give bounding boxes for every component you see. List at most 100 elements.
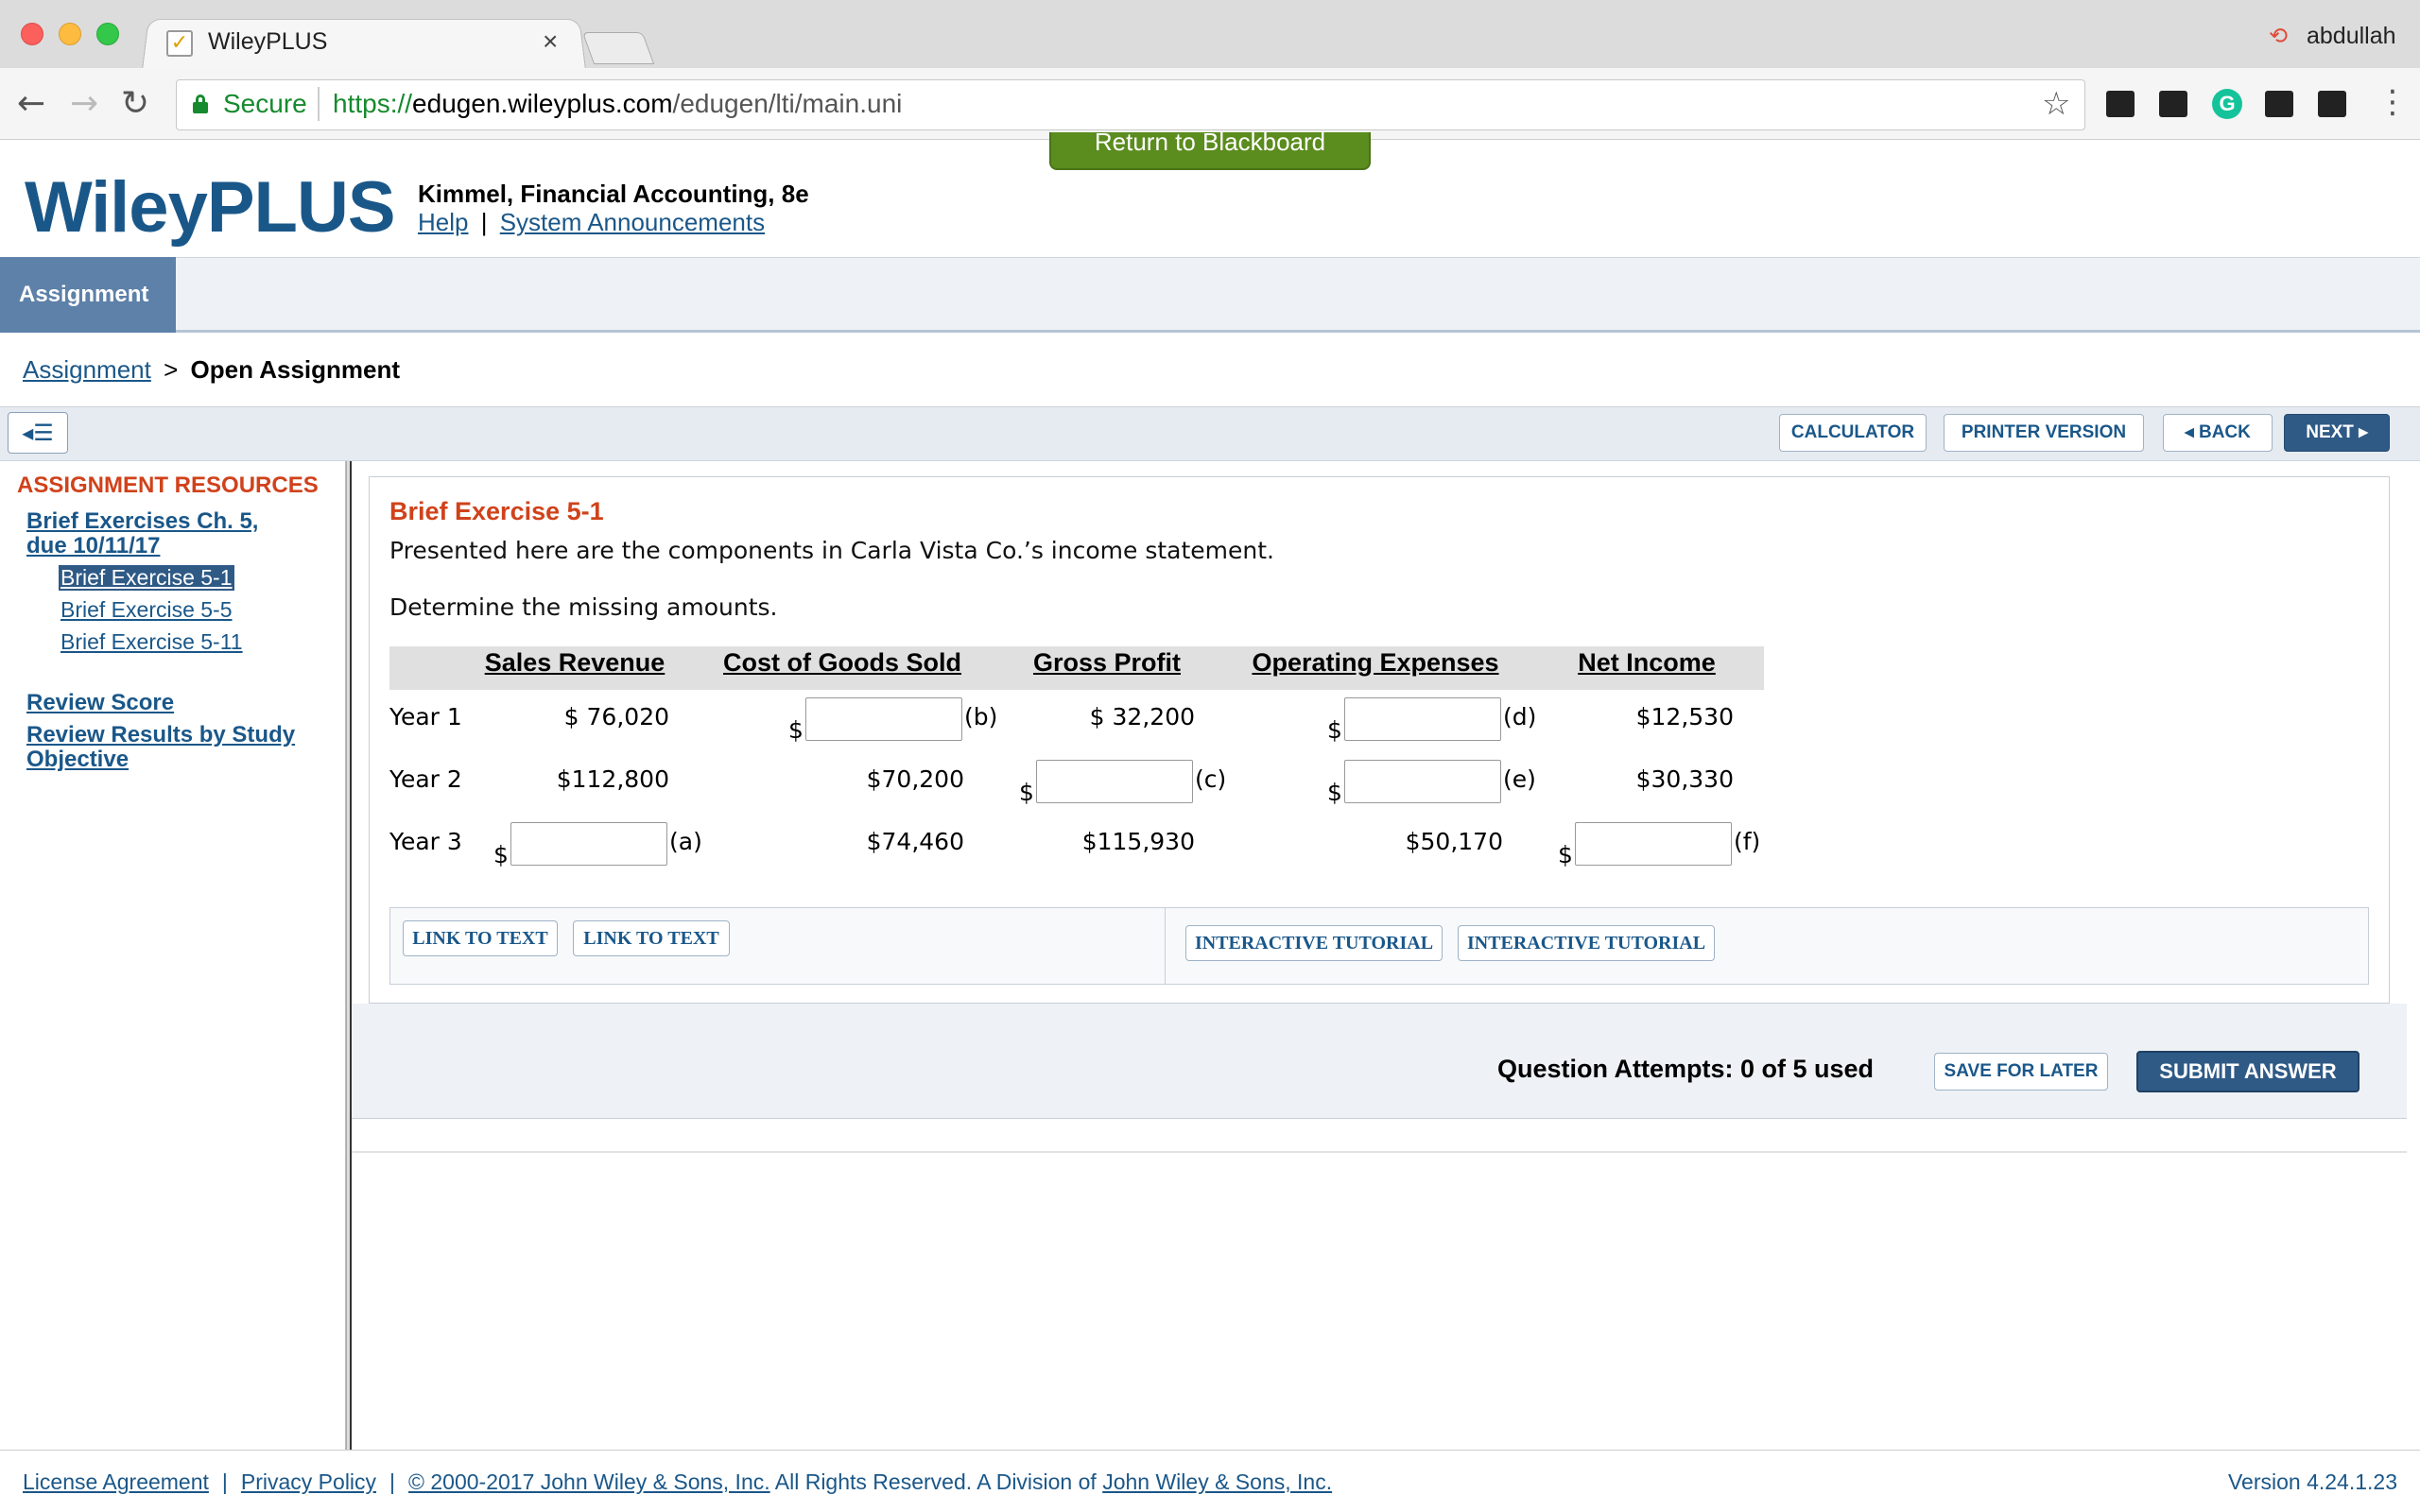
exercise-instruction: Determine the missing amounts. — [389, 593, 778, 621]
reload-icon[interactable]: ↻ — [121, 85, 149, 123]
lock-icon — [193, 94, 208, 113]
privacy-policy-link[interactable]: Privacy Policy — [241, 1469, 376, 1494]
col-cost-of-goods-sold: Cost of Goods Sold — [723, 648, 961, 677]
extension-icon[interactable] — [2106, 91, 2135, 117]
page-footer: License Agreement | Privacy Policy | © 2000-… — [0, 1450, 2420, 1512]
row-label-year-1: Year 1 — [389, 703, 462, 730]
save-for-later-button[interactable]: SAVE FOR LATER — [1934, 1053, 2108, 1091]
return-to-blackboard-button[interactable]: Return to Blackboard — [1049, 132, 1371, 170]
extension-icon[interactable] — [2159, 91, 2187, 117]
back-button[interactable]: ◂ BACK — [2163, 414, 2273, 452]
review-results-link-line1[interactable]: Review Results by Study — [26, 722, 295, 748]
tab-close-icon[interactable]: × — [543, 26, 558, 57]
assignment-link-line1[interactable]: Brief Exercises Ch. 5, — [26, 508, 258, 535]
year-2-sales: $112,800 — [556, 765, 669, 793]
forward-arrow-icon[interactable]: → — [70, 85, 98, 123]
breadcrumb-current: Open Assignment — [190, 355, 401, 384]
answer-b-input[interactable] — [805, 697, 962, 741]
back-arrow-icon[interactable]: ← — [17, 85, 45, 123]
copyright-link[interactable]: © 2000-2017 John Wiley & Sons, Inc. — [408, 1469, 770, 1494]
answer-a-input[interactable] — [510, 822, 667, 866]
assignment-resources-heading: ASSIGNMENT RESOURCES — [17, 472, 319, 498]
maximize-window-button[interactable] — [96, 23, 119, 45]
browser-menu-icon[interactable]: ⋮ — [2377, 83, 2409, 121]
interactive-tutorial-button[interactable]: INTERACTIVE TUTORIAL — [1458, 925, 1715, 961]
sidebar-item-exercise-5-5[interactable]: Brief Exercise 5-5 — [60, 597, 233, 623]
profile-icon[interactable]: ⟲ — [2269, 23, 2288, 49]
link-separator: | — [480, 208, 488, 236]
url-divider — [318, 87, 320, 121]
profile-name[interactable]: abdullah — [2307, 23, 2396, 50]
answer-e-input[interactable] — [1344, 760, 1501, 803]
col-net-income: Net Income — [1578, 648, 1716, 677]
calculator-button[interactable]: CALCULATOR — [1779, 414, 1927, 452]
dollar-sign: $ — [788, 716, 804, 744]
col-operating-expenses: Operating Expenses — [1252, 648, 1499, 677]
system-announcements-link[interactable]: System Announcements — [500, 208, 765, 236]
breadcrumb-assignment-link[interactable]: Assignment — [23, 355, 151, 384]
answer-f-input[interactable] — [1575, 822, 1732, 866]
printer-version-button[interactable]: PRINTER VERSION — [1944, 414, 2144, 452]
dollar-sign: $ — [1558, 841, 1573, 868]
license-agreement-link[interactable]: License Agreement — [23, 1469, 209, 1494]
collapse-sidebar-button[interactable]: ◂☰ — [8, 412, 68, 454]
favicon-icon: ✓ — [166, 30, 193, 57]
chevron-left-icon: ◂ — [2185, 422, 2199, 442]
secure-label: Secure — [223, 89, 307, 118]
answer-f-label: (f) — [1734, 828, 1761, 855]
footer-separator: | — [389, 1469, 396, 1494]
sidebar-item-exercise-5-11[interactable]: Brief Exercise 5-11 — [60, 629, 243, 655]
divider — [352, 1151, 2407, 1153]
new-tab-button[interactable] — [581, 32, 655, 64]
dollar-sign: $ — [1327, 716, 1342, 744]
help-link[interactable]: Help — [418, 208, 468, 236]
link-to-text-button[interactable]: LINK TO TEXT — [573, 920, 730, 956]
year-3-gross-profit: $115,930 — [1081, 828, 1195, 855]
extension-icon[interactable] — [2265, 91, 2293, 117]
submit-answer-button[interactable]: SUBMIT ANSWER — [2136, 1051, 2360, 1092]
col-sales-revenue: Sales Revenue — [484, 648, 666, 677]
dollar-sign: $ — [493, 841, 509, 868]
sidebar-item-exercise-5-1[interactable]: Brief Exercise 5-1 — [59, 565, 234, 591]
main-nav — [0, 257, 2420, 333]
question-attempts: Question Attempts: 0 of 5 used — [1497, 1055, 1875, 1083]
year-1-net-income: $12,530 — [1635, 703, 1734, 730]
col-gross-profit: Gross Profit — [1032, 648, 1182, 677]
answer-a-label: (a) — [669, 828, 702, 855]
footer-separator: | — [221, 1469, 228, 1494]
grammarly-icon[interactable]: G — [2212, 89, 2242, 119]
year-1-gross-profit: $ 32,200 — [1089, 703, 1195, 730]
answer-c-label: (c) — [1195, 765, 1227, 793]
collapse-sidebar-icon: ◂☰ — [22, 420, 54, 446]
year-3-cogs: $74,460 — [866, 828, 964, 855]
header-links: Help | System Announcements — [418, 208, 765, 237]
next-label: NEXT — [2306, 422, 2354, 442]
answer-d-input[interactable] — [1344, 697, 1501, 741]
review-score-link[interactable]: Review Score — [26, 690, 174, 716]
sidebar-splitter[interactable] — [346, 461, 352, 1450]
wiley-company-link[interactable]: John Wiley & Sons, Inc. — [1102, 1469, 1332, 1494]
answer-e-label: (e) — [1503, 765, 1536, 793]
exercise-intro: Presented here are the components in Car… — [389, 537, 1274, 564]
link-to-text-button[interactable]: LINK TO TEXT — [403, 920, 558, 956]
exercise-title: Brief Exercise 5-1 — [389, 497, 604, 525]
interactive-tutorial-button[interactable]: INTERACTIVE TUTORIAL — [1185, 925, 1443, 961]
wileyplus-logo: WileyPLUS — [25, 167, 396, 248]
next-button[interactable]: NEXT ▸ — [2284, 414, 2390, 452]
row-label-year-2: Year 2 — [389, 765, 462, 793]
close-window-button[interactable] — [21, 23, 43, 45]
answer-c-input[interactable] — [1036, 760, 1193, 803]
review-results-link-line2[interactable]: Objective — [26, 747, 129, 773]
footer-links: License Agreement | Privacy Policy | © 2000-… — [23, 1469, 1332, 1495]
answer-d-label: (d) — [1503, 703, 1537, 730]
url-text[interactable]: https://edugen.wileyplus.com/edugen/lti/… — [333, 89, 902, 119]
tab-assignment[interactable]: Assignment — [0, 257, 176, 333]
minimize-window-button[interactable] — [59, 23, 81, 45]
bookmark-star-icon[interactable]: ☆ — [2042, 85, 2070, 123]
dollar-sign: $ — [1019, 779, 1034, 806]
footer-rights-text: All Rights Reserved. A Division of — [769, 1469, 1103, 1494]
extension-icon[interactable] — [2318, 91, 2346, 117]
assignment-link-line2[interactable]: due 10/11/17 — [26, 533, 160, 559]
version-label: Version 4.24.1.23 — [2227, 1469, 2397, 1494]
dollar-sign: $ — [1327, 779, 1342, 806]
